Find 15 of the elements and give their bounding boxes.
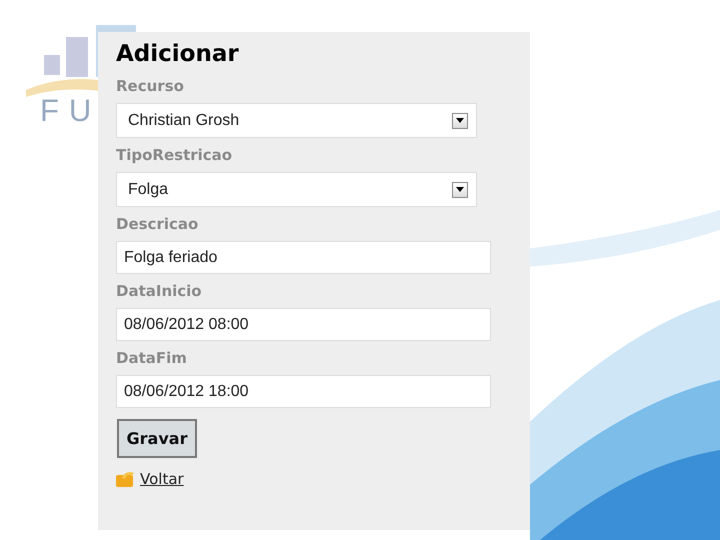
folder-arrow-icon bbox=[116, 470, 136, 488]
field-label: Descricao bbox=[116, 215, 200, 233]
logo-text: FU bbox=[40, 94, 102, 128]
dropdown[interactable]: Folga bbox=[116, 172, 477, 207]
input-field[interactable]: 08/06/2012 18:00 bbox=[116, 375, 491, 408]
field-label: TipoRestricao bbox=[116, 146, 234, 164]
save-button[interactable]: Gravar bbox=[117, 419, 197, 458]
field-label: DataInicio bbox=[116, 282, 203, 300]
field-label: Recurso bbox=[116, 77, 185, 95]
field-label: DataFim bbox=[116, 349, 188, 367]
form-title: Adicionar bbox=[116, 41, 240, 67]
dropdown[interactable]: Christian Grosh bbox=[116, 103, 477, 138]
input-field[interactable]: Folga feriado bbox=[116, 241, 491, 274]
back-link[interactable]: Voltar bbox=[140, 470, 184, 488]
input-field[interactable]: 08/06/2012 08:00 bbox=[116, 308, 491, 341]
